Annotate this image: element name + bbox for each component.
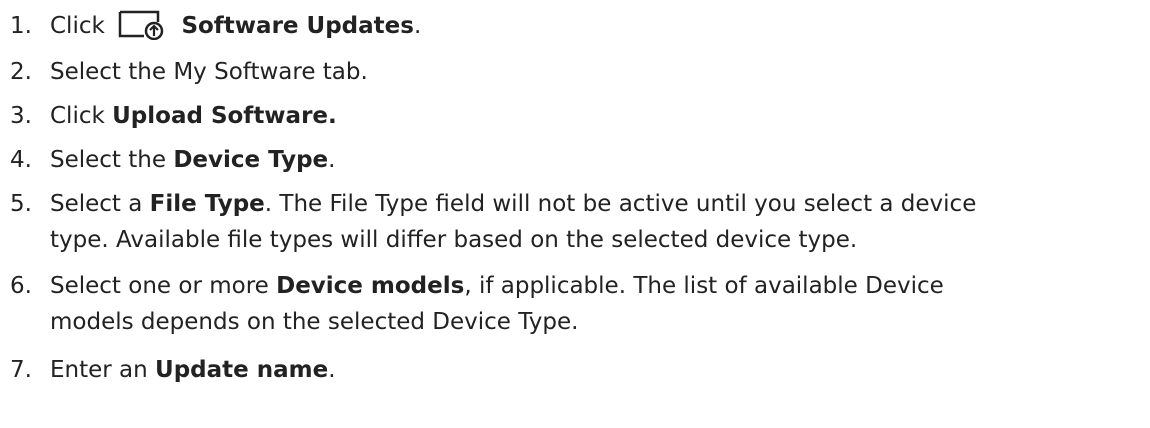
- step-text-after: .: [328, 357, 336, 383]
- step-text-before: Click: [50, 103, 113, 129]
- step-text: Click Upload Software.: [50, 98, 1145, 134]
- step-text-after: .: [413, 13, 422, 39]
- step-bold-text: Update name: [155, 357, 329, 383]
- step-text-continued: models depends on the selected Device Ty…: [50, 309, 579, 335]
- step-number: 5.: [10, 191, 32, 217]
- step-text: Select the Device Type.: [50, 142, 1145, 178]
- step-number: 2.: [10, 59, 32, 85]
- step-text-after: , if applicable. The list of available D…: [464, 273, 944, 299]
- step-bold-text: Device models: [276, 273, 465, 299]
- step-number: 6.: [10, 273, 32, 299]
- step-bold-text: Software Updates: [181, 13, 414, 39]
- step-number: 4.: [10, 147, 32, 173]
- step-text: Click Software Updates.: [50, 8, 1145, 44]
- step-text-continued: type. Available file types will differ b…: [50, 227, 858, 253]
- step-bold-text: File Type: [149, 191, 265, 217]
- step-text: Select one or more Device models, if app…: [50, 268, 1145, 340]
- step-text: Enter an Update name.: [50, 352, 1145, 388]
- step-text-before: Select one or more: [50, 273, 277, 299]
- step-text: Select the My Software tab.: [50, 59, 368, 85]
- step-bold-text: Device Type: [173, 147, 329, 173]
- step-text-before: Enter an: [50, 357, 156, 383]
- step-number: 3.: [10, 103, 32, 129]
- step-number: 1.: [10, 13, 32, 39]
- software-updates-icon: [114, 10, 170, 40]
- step-text-before: Select the: [50, 147, 174, 173]
- step-text-before: Click: [50, 13, 105, 39]
- step-text-after: . The File Type field will not be active…: [264, 191, 977, 217]
- step-text: Select a File Type. The File Type field …: [50, 186, 1145, 258]
- step-text-before: Select a: [50, 191, 150, 217]
- step-number: 7.: [10, 357, 32, 383]
- step-bold-text: Upload Software.: [112, 103, 337, 129]
- step-text-after: .: [328, 147, 336, 173]
